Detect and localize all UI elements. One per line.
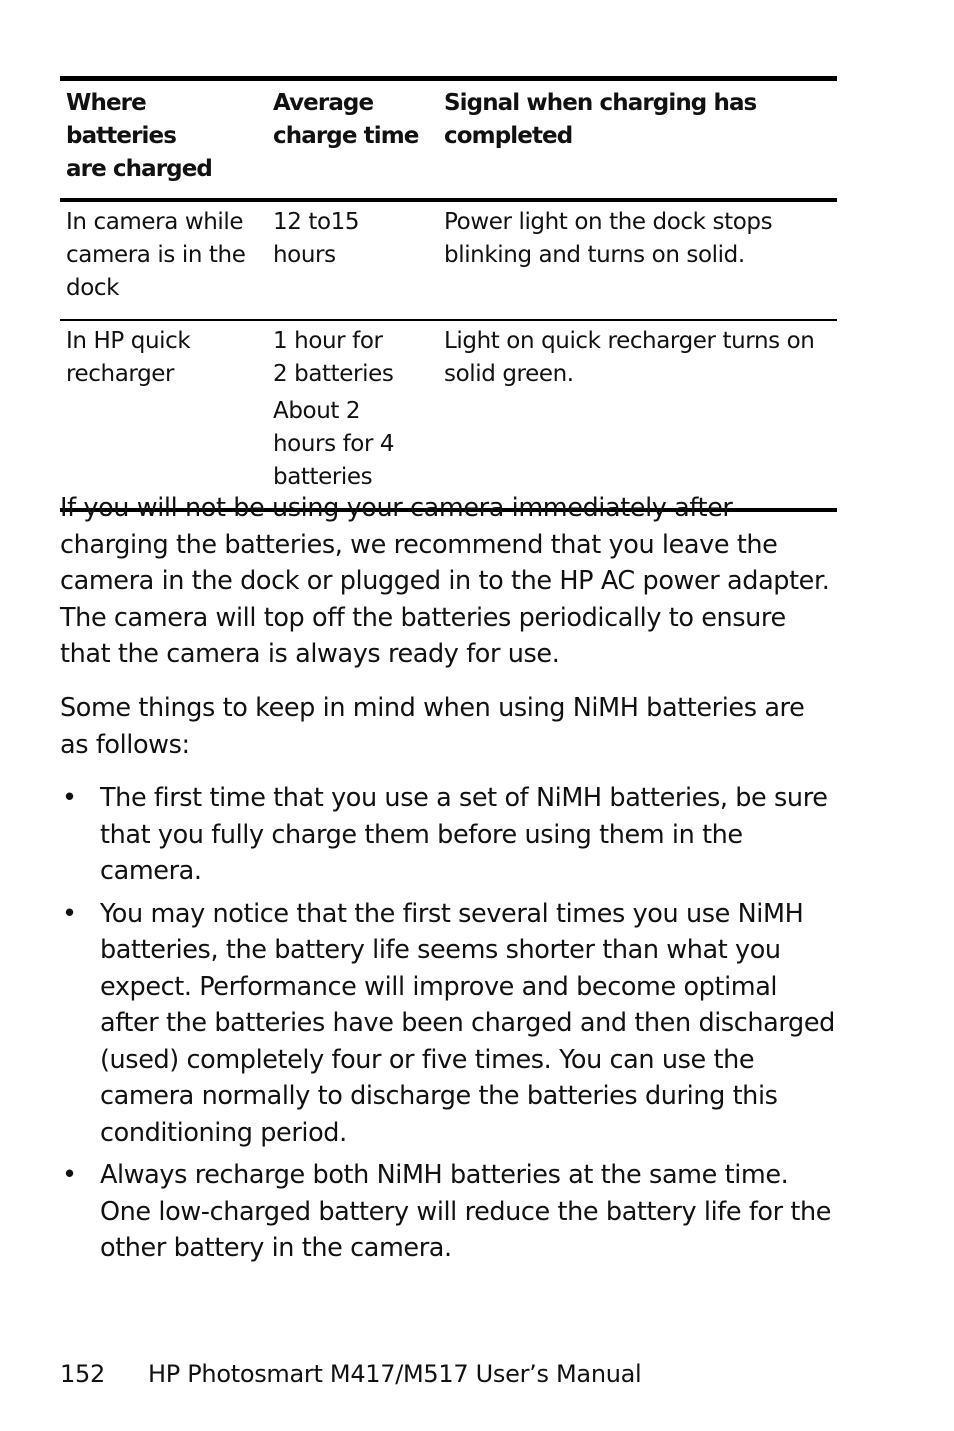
cell-text: Light on quick recharger turns on [444, 328, 815, 354]
cell-text: In HP quick [66, 328, 191, 354]
paragraph-storage-advice: If you will not be using your camera imm… [60, 493, 830, 669]
cell-text: 12 to15 [273, 209, 360, 235]
bullet-icon: • [62, 1160, 77, 1190]
header-text: Average [273, 90, 374, 116]
page-footer: 152 HP Photosmart M417/M517 User’s Manual [60, 1356, 642, 1392]
cell-location: In camera while camera is in the dock [60, 202, 267, 319]
header-text: completed [444, 123, 573, 149]
bullet-icon: • [62, 783, 77, 813]
cell-signal: Light on quick recharger turns on solid … [438, 321, 837, 508]
list-item: • You may notice that the first several … [60, 896, 840, 1152]
cell-text: dock [66, 275, 120, 301]
table-row: In HP quick recharger 1 hour for 2 batte… [60, 319, 837, 508]
cell-text: solid green. [444, 361, 574, 387]
list-item: • The first time that you use a set of N… [60, 780, 840, 890]
header-average-time: Average charge time [267, 81, 438, 198]
cell-text: In camera while [66, 209, 244, 235]
cell-time: 12 to15 hours [267, 202, 438, 319]
cell-text: blinking and turns on solid. [444, 242, 745, 268]
paragraph-nimh-intro: Some things to keep in mind when using N… [60, 693, 805, 760]
list-item-text: Always recharge both NiMH batteries at t… [100, 1160, 832, 1263]
cell-text: hours [273, 242, 336, 268]
cell-text: 1 hour for [273, 328, 383, 354]
header-signal: Signal when charging has completed [438, 81, 837, 198]
cell-text: camera is in the [66, 242, 246, 268]
header-text: charge time [273, 123, 419, 149]
page-number: 152 [60, 1360, 105, 1388]
cell-text: Power light on the dock stops [444, 209, 773, 235]
cell-time: 1 hour for 2 batteries About 2 hours for… [267, 321, 438, 508]
list-item: • Always recharge both NiMH batteries at… [60, 1157, 840, 1267]
list-item-text: You may notice that the first several ti… [100, 898, 835, 1148]
cell-text: About 2 [273, 398, 361, 424]
list-item-text: The first time that you use a set of NiM… [100, 783, 828, 886]
cell-text: hours for 4 [273, 431, 395, 457]
table-row: In camera while camera is in the dock 12… [60, 202, 837, 319]
cell-text: recharger [66, 361, 175, 387]
header-where-charged: Where batteries are charged [60, 81, 267, 198]
cell-text: 2 batteries [273, 361, 394, 387]
cell-location: In HP quick recharger [60, 321, 267, 508]
cell-signal: Power light on the dock stops blinking a… [438, 202, 837, 319]
table-header-row: Where batteries are charged Average char… [60, 81, 837, 202]
bullet-icon: • [62, 898, 77, 929]
header-text: Signal when charging has [444, 90, 757, 116]
header-text: Where batteries [66, 90, 177, 149]
header-text: are charged [66, 156, 213, 182]
nimh-tips-list: • The first time that you use a set of N… [60, 780, 840, 1273]
charging-table: Where batteries are charged Average char… [60, 76, 837, 512]
manual-title: HP Photosmart M417/M517 User’s Manual [148, 1360, 642, 1388]
